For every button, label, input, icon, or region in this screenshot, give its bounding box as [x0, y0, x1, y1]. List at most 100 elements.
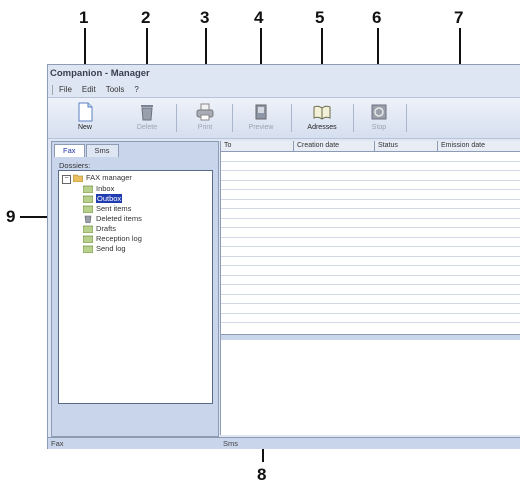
toolbar-separator: [232, 104, 233, 132]
table-row[interactable]: [221, 228, 520, 238]
tree-item-label: Inbox: [96, 184, 115, 193]
tab-sms[interactable]: Sms: [85, 144, 119, 157]
new-document-icon: [78, 102, 93, 122]
status-left: Fax: [51, 439, 64, 448]
toolbar-separator: [353, 104, 354, 132]
callout-4: 4: [254, 8, 264, 27]
address-book-icon: [313, 105, 331, 120]
table-row[interactable]: [221, 238, 520, 247]
toolbar-separator: [176, 104, 177, 132]
tree-item-label: Reception log: [96, 234, 142, 243]
table-row[interactable]: [221, 304, 520, 314]
table-row[interactable]: [221, 276, 520, 285]
callout-1: 1: [79, 8, 89, 27]
preview-button[interactable]: Preview: [238, 100, 284, 136]
message-pane: To Creation date Status Emission date: [220, 141, 520, 435]
app-window: Companion - Manager File Edit Tools ? Ne…: [47, 64, 520, 449]
tree-item-label: Drafts: [96, 224, 117, 233]
tree-item-outbox[interactable]: Outbox: [83, 194, 123, 203]
menu-bar: File Edit Tools ?: [52, 85, 145, 96]
table-row[interactable]: [221, 295, 520, 304]
delete-label: Delete: [136, 124, 158, 131]
tree-item-sent-items[interactable]: Sent items: [83, 204, 131, 213]
callout-9: 9: [6, 207, 16, 226]
preview-area: [221, 340, 520, 435]
sent-items-icon: [83, 205, 93, 213]
table-row[interactable]: [221, 285, 520, 295]
table-row[interactable]: [221, 152, 520, 162]
stop-label: Stop: [371, 124, 387, 131]
table-row[interactable]: [221, 162, 520, 171]
callout-7: 7: [454, 8, 464, 27]
preview-icon: [255, 104, 267, 120]
tree-item-inbox[interactable]: Inbox: [83, 184, 114, 193]
stop-button[interactable]: Stop: [356, 100, 402, 136]
table-row[interactable]: [221, 257, 520, 266]
table-row[interactable]: [221, 314, 520, 323]
preview-label: Preview: [248, 124, 274, 131]
tree-item-reception-log[interactable]: Reception log: [83, 234, 142, 243]
collapse-icon[interactable]: −: [62, 175, 71, 184]
table-row[interactable]: [221, 200, 520, 209]
tree-item-label: Sent items: [96, 204, 132, 213]
drafts-icon: [83, 225, 93, 233]
folders-pane: Fax Sms Dossiers: − FAX manager Inbox Ou…: [51, 141, 219, 437]
log-icon: [83, 245, 93, 253]
table-row[interactable]: [221, 181, 520, 190]
tree-item-label: Send log: [96, 244, 126, 253]
column-status[interactable]: Status: [375, 141, 438, 151]
callout-8: 8: [257, 465, 267, 484]
toolbar: New Delete Print Preview Adresses Stop: [48, 97, 520, 139]
print-label: Print: [197, 124, 213, 131]
inbox-icon: [83, 185, 93, 193]
table-row[interactable]: [221, 219, 520, 228]
tree-item-send-log[interactable]: Send log: [83, 244, 126, 253]
tree-item-label: Deleted items: [96, 214, 142, 223]
table-row[interactable]: [221, 171, 520, 181]
column-emission-date[interactable]: Emission date: [438, 141, 520, 151]
menu-help[interactable]: ?: [130, 85, 144, 96]
callout-6: 6: [372, 8, 382, 27]
table-row[interactable]: [221, 266, 520, 276]
outbox-icon: [83, 195, 93, 203]
callout-2: 2: [141, 8, 151, 27]
menu-edit[interactable]: Edit: [78, 85, 102, 96]
new-label: New: [77, 124, 92, 131]
tree-item-deleted-items[interactable]: Deleted items: [83, 214, 142, 223]
menu-tools[interactable]: Tools: [102, 85, 131, 96]
status-bar: Fax Sms: [48, 437, 520, 449]
folder-tree: − FAX manager Inbox Outbox Sent items De…: [58, 170, 213, 404]
trash-icon: [141, 105, 153, 121]
tree-root-label: FAX manager: [86, 173, 132, 182]
window-title: Companion - Manager: [50, 68, 150, 79]
status-right: Sms: [223, 439, 238, 448]
column-creation-date[interactable]: Creation date: [294, 141, 375, 151]
table-row[interactable]: [221, 247, 520, 257]
column-to[interactable]: To: [221, 141, 294, 151]
tab-strip: Fax Sms: [54, 144, 120, 157]
menu-file[interactable]: File: [55, 85, 78, 96]
list-header: To Creation date Status Emission date: [221, 141, 520, 152]
tree-root[interactable]: FAX manager: [73, 173, 132, 182]
toolbar-separator: [406, 104, 407, 132]
folders-label: Dossiers:: [59, 161, 91, 170]
callout-3: 3: [200, 8, 210, 27]
trash-icon: [84, 215, 92, 223]
callout-5: 5: [315, 8, 325, 27]
log-icon: [83, 235, 93, 243]
addresses-button[interactable]: Adresses: [299, 100, 345, 136]
printer-icon: [196, 103, 214, 121]
new-button[interactable]: New: [62, 100, 108, 136]
message-list[interactable]: [221, 152, 520, 323]
addresses-label: Adresses: [307, 124, 337, 131]
delete-button[interactable]: Delete: [124, 100, 170, 136]
toolbar-separator: [291, 104, 292, 132]
tree-item-drafts[interactable]: Drafts: [83, 224, 116, 233]
stop-icon: [371, 104, 387, 120]
tab-fax[interactable]: Fax: [54, 144, 85, 157]
folder-icon: [73, 174, 83, 182]
table-row[interactable]: [221, 209, 520, 219]
table-row[interactable]: [221, 190, 520, 200]
print-button[interactable]: Print: [182, 100, 228, 136]
tree-item-label: Outbox: [96, 194, 123, 203]
